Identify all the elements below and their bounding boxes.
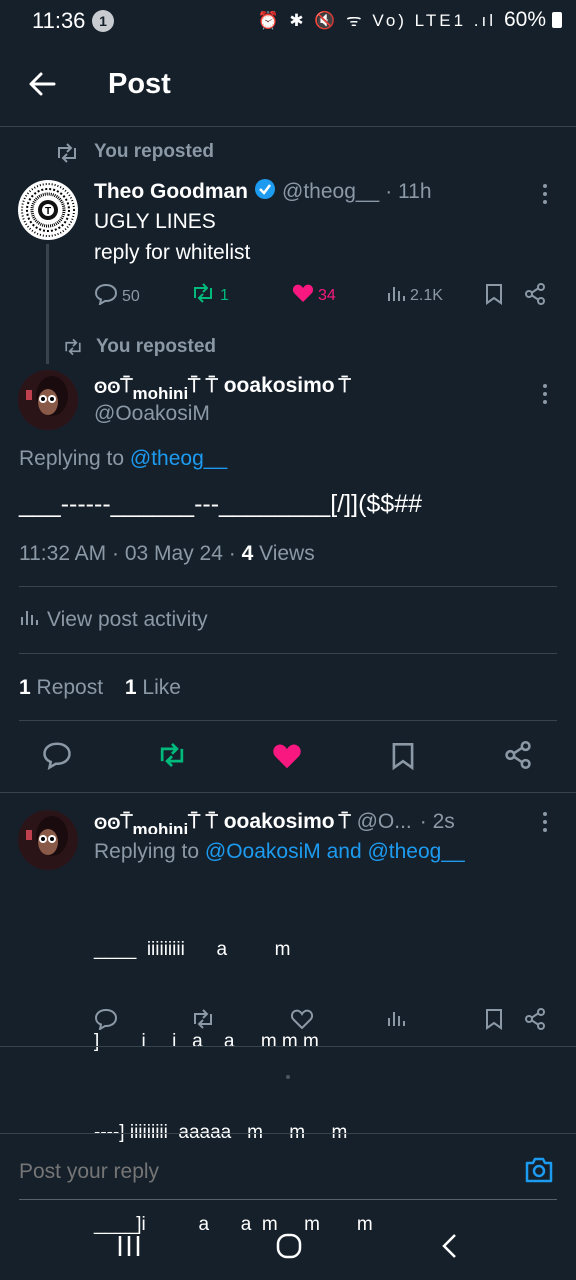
avatar[interactable]: T xyxy=(18,180,78,240)
home-button[interactable] xyxy=(276,1233,302,1264)
thread-line xyxy=(46,244,49,364)
bookmark-icon[interactable] xyxy=(390,741,416,776)
more-options-icon[interactable] xyxy=(538,182,552,211)
battery-level: 60% xyxy=(503,8,546,31)
bookmark-icon[interactable] xyxy=(484,1008,504,1035)
status-bar: 11:36 1 ⏰ ✱ 🔇 ᯤ Vo) LTE1 .ıl 60% xyxy=(0,0,576,44)
bookmark-icon[interactable] xyxy=(484,283,504,310)
share-icon[interactable] xyxy=(524,1008,546,1035)
notification-badge: 1 xyxy=(92,10,114,32)
author-handle[interactable]: @theog__ xyxy=(282,180,379,204)
replying-to: Replying to @theog__ xyxy=(19,447,228,470)
activity-icon xyxy=(19,607,39,632)
reply-icon[interactable] xyxy=(42,740,72,775)
mention-link[interactable]: @OoakosiM and @theog__ xyxy=(205,840,465,863)
repost-label: You reposted xyxy=(94,141,214,162)
reply-button[interactable]: 50 xyxy=(94,283,140,310)
heart-icon xyxy=(292,283,314,308)
reply-icon[interactable] xyxy=(94,1008,118,1035)
reply-body: ____ iiiiiiiii a m ] i i a a m m m ----]… xyxy=(94,874,373,1271)
author-handle[interactable]: @O... xyxy=(357,810,412,834)
author-name[interactable]: ʘʘ ⍑ mohini ⍑ ⍑ ooakosimo ⍑ xyxy=(94,810,351,834)
mention-link[interactable]: @theog__ xyxy=(130,447,227,470)
share-icon[interactable] xyxy=(504,741,532,774)
reply-icon xyxy=(94,283,118,310)
like-stat[interactable]: 1 Like xyxy=(125,676,181,699)
views-icon[interactable] xyxy=(386,1008,406,1033)
avatar[interactable] xyxy=(18,370,78,430)
loading-dot xyxy=(286,1075,290,1079)
like-count: 34 xyxy=(318,286,336,304)
reply-line: ] i i a a m m m xyxy=(94,1030,319,1052)
like-button[interactable]: 34 xyxy=(292,283,336,308)
status-icons: ⏰ ✱ 🔇 ᯤ Vo) LTE1 .ıl xyxy=(257,11,496,30)
battery-icon xyxy=(552,12,562,28)
views-icon xyxy=(386,283,406,308)
post-time: · 11h xyxy=(385,179,432,203)
back-button[interactable] xyxy=(440,1233,460,1264)
repost-icon xyxy=(190,283,216,308)
status-time: 11:36 xyxy=(32,8,86,33)
recent-apps-button[interactable] xyxy=(116,1233,142,1264)
author-name[interactable]: ʘʘ ⍑ mohini ⍑ ⍑ ooakosimo ⍑ xyxy=(94,374,351,403)
repost-button[interactable]: 1 xyxy=(190,283,229,308)
divider xyxy=(19,720,557,721)
divider xyxy=(0,792,576,793)
replying-to: Replying to @OoakosiM and @theog__ xyxy=(94,840,465,863)
post-meta: 11:32 AM · 03 May 24 · 4 Views xyxy=(19,542,315,565)
more-options-icon[interactable] xyxy=(538,810,552,839)
post-header: Theo Goodman @theog__ · 11h xyxy=(94,178,432,205)
camera-icon[interactable] xyxy=(524,1156,554,1189)
repost-icon[interactable] xyxy=(190,1009,216,1034)
heart-icon[interactable] xyxy=(272,742,302,775)
post-body: ___------______---________[/]]($$## xyxy=(19,490,423,518)
divider xyxy=(19,653,557,654)
author-handle[interactable]: @OoakosiM xyxy=(94,402,210,426)
views-count: 2.1K xyxy=(410,286,443,304)
author-name[interactable]: Theo Goodman xyxy=(94,180,248,204)
reply-count: 50 xyxy=(122,287,140,305)
repost-label: You reposted xyxy=(96,336,216,357)
heart-icon[interactable] xyxy=(290,1009,314,1034)
repost-icon xyxy=(54,143,80,168)
verified-badge-icon xyxy=(254,178,276,205)
post-text-line-1: UGLY LINES xyxy=(94,210,216,233)
more-options-icon[interactable] xyxy=(538,382,552,411)
page-title: Post xyxy=(108,68,171,100)
divider xyxy=(0,1133,576,1134)
post-text-line-2: reply for whitelist xyxy=(94,241,251,264)
reply-header: ʘʘ ⍑ mohini ⍑ ⍑ ooakosimo ⍑ @O... · 2s xyxy=(94,810,534,834)
engagement-stats: 1 Repost 1 Like xyxy=(19,676,181,700)
repost-count: 1 xyxy=(220,286,229,304)
reply-line: ____ iiiiiiiii a m xyxy=(94,939,291,960)
views-button[interactable]: 2.1K xyxy=(386,283,443,308)
post-time: · 2s xyxy=(419,810,455,833)
reply-input[interactable] xyxy=(19,1152,499,1192)
svg-text:T: T xyxy=(45,206,51,217)
divider xyxy=(19,586,557,587)
avatar[interactable] xyxy=(18,810,78,870)
share-icon[interactable] xyxy=(524,283,546,310)
back-arrow-icon[interactable] xyxy=(26,66,58,102)
input-underline xyxy=(19,1199,557,1200)
repost-icon xyxy=(62,338,84,361)
divider xyxy=(0,1046,576,1047)
header-divider xyxy=(0,126,576,127)
view-activity-link[interactable]: View post activity xyxy=(19,607,208,632)
repost-stat[interactable]: 1 Repost xyxy=(19,676,103,699)
repost-icon[interactable] xyxy=(156,742,188,773)
